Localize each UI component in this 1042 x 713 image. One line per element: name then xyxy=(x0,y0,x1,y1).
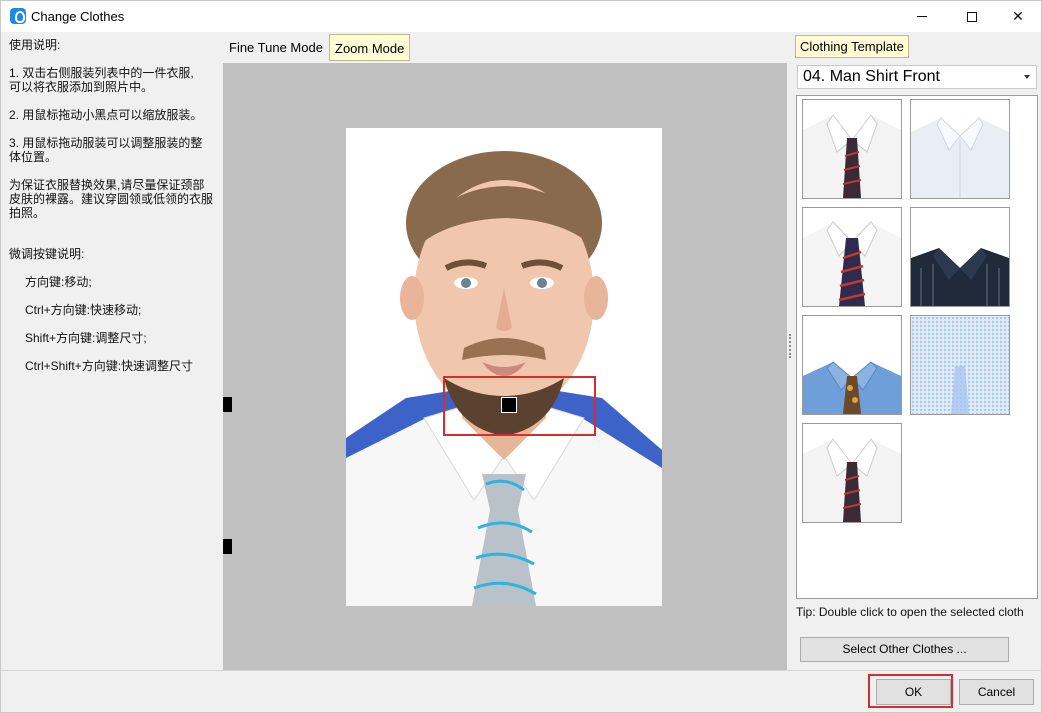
instruction-note-line3: 拍照。 xyxy=(9,206,46,220)
instruction-step3-line1: 3. 用鼠标拖动服装可以调整服装的整 xyxy=(9,136,203,150)
close-button[interactable]: ✕ xyxy=(995,1,1041,32)
shirt-thumbnail-image xyxy=(911,208,1009,306)
key-hint-fast-resize: Ctrl+Shift+方向键:快速调整尺寸 xyxy=(25,359,194,373)
thumbnail-white-shirt-no-tie[interactable] xyxy=(910,99,1010,199)
instruction-note-line1: 为保证衣服替换效果,请尽量保证颈部 xyxy=(9,178,205,192)
maximize-icon xyxy=(967,11,977,22)
instructions-heading: 使用说明: xyxy=(9,38,61,52)
key-hint-resize: Shift+方向键:调整尺寸; xyxy=(25,331,147,345)
resize-handle-left-bottom[interactable] xyxy=(223,539,232,554)
cancel-button[interactable]: Cancel xyxy=(959,679,1034,705)
shirt-thumbnail-image xyxy=(803,438,901,522)
splitter-grip-icon xyxy=(789,334,791,358)
template-select-value: 04. Man Shirt Front xyxy=(803,68,940,85)
thumbnail-white-shirt-striped-tie[interactable] xyxy=(802,207,902,307)
thumbnail-dark-striped-shirt[interactable] xyxy=(910,207,1010,307)
selection-box[interactable] xyxy=(443,376,596,436)
scale-handle[interactable] xyxy=(501,397,517,413)
key-hint-fast-move: Ctrl+方向键:快速移动; xyxy=(25,303,142,317)
instruction-step1-line1: 1. 双击右侧服装列表中的一件衣服, xyxy=(9,66,194,80)
portrait-illustration xyxy=(346,128,662,606)
thumbnail-light-blue-pattern[interactable] xyxy=(910,315,1010,415)
shirt-thumbnail-image xyxy=(803,221,901,306)
thumbnail-blue-shirt-pattern-tie[interactable] xyxy=(802,315,902,415)
template-select[interactable]: 04. Man Shirt Front xyxy=(797,65,1037,89)
clothing-template-panel: Clothing Template 04. Man Shirt Front Ti… xyxy=(793,32,1042,670)
resize-handle-left-top[interactable] xyxy=(223,397,232,412)
shirt-thumbnail-image xyxy=(803,316,901,414)
instruction-step3-line2: 体位置。 xyxy=(9,150,58,164)
tab-fine-tune-mode[interactable]: Fine Tune Mode xyxy=(224,34,328,61)
editing-canvas[interactable] xyxy=(223,63,787,670)
key-hint-move: 方向键:移动; xyxy=(25,275,92,289)
tip-text: Tip: Double click to open the selected c… xyxy=(796,605,1024,619)
shirt-thumbnail-image xyxy=(911,117,1009,198)
shirt-thumbnail-image xyxy=(803,114,901,198)
title-bar: Change Clothes ✕ xyxy=(1,1,1041,32)
maximize-button[interactable] xyxy=(949,1,995,32)
instruction-step1-line2: 可以将衣服添加到照片中。 xyxy=(9,80,154,94)
window-title: Change Clothes xyxy=(31,9,125,24)
minimize-icon xyxy=(917,16,927,17)
clothing-thumbnail-list[interactable] xyxy=(796,95,1038,599)
keys-heading: 微调按键说明: xyxy=(9,247,85,261)
app-logo-icon xyxy=(10,8,26,24)
change-clothes-window: Change Clothes ✕ 使用说明: 1. 双击右侧服装列表中的一件衣服… xyxy=(0,0,1042,713)
minimize-button[interactable] xyxy=(899,1,945,32)
thumbnail-white-shirt-dark-tie-2[interactable] xyxy=(802,423,902,523)
instruction-note-line2: 皮肤的裸露。建议穿圆领或低领的衣服 xyxy=(9,192,214,206)
close-icon: ✕ xyxy=(1012,8,1024,24)
select-other-clothes-button[interactable]: Select Other Clothes ... xyxy=(800,637,1009,662)
chevron-down-icon xyxy=(1024,75,1030,79)
portrait-photo[interactable] xyxy=(346,128,662,606)
thumbnail-white-shirt-dark-tie[interactable] xyxy=(802,99,902,199)
ok-button[interactable]: OK xyxy=(876,679,951,705)
shirt-thumbnail-image xyxy=(911,316,1009,414)
instruction-step2: 2. 用鼠标拖动小黑点可以缩放服装。 xyxy=(9,108,203,122)
clothing-template-label: Clothing Template xyxy=(795,35,909,58)
instructions-panel: 使用说明: 1. 双击右侧服装列表中的一件衣服, 可以将衣服添加到照片中。 2.… xyxy=(1,32,222,670)
bottom-divider xyxy=(1,670,1042,671)
tab-zoom-mode[interactable]: Zoom Mode xyxy=(329,34,411,61)
